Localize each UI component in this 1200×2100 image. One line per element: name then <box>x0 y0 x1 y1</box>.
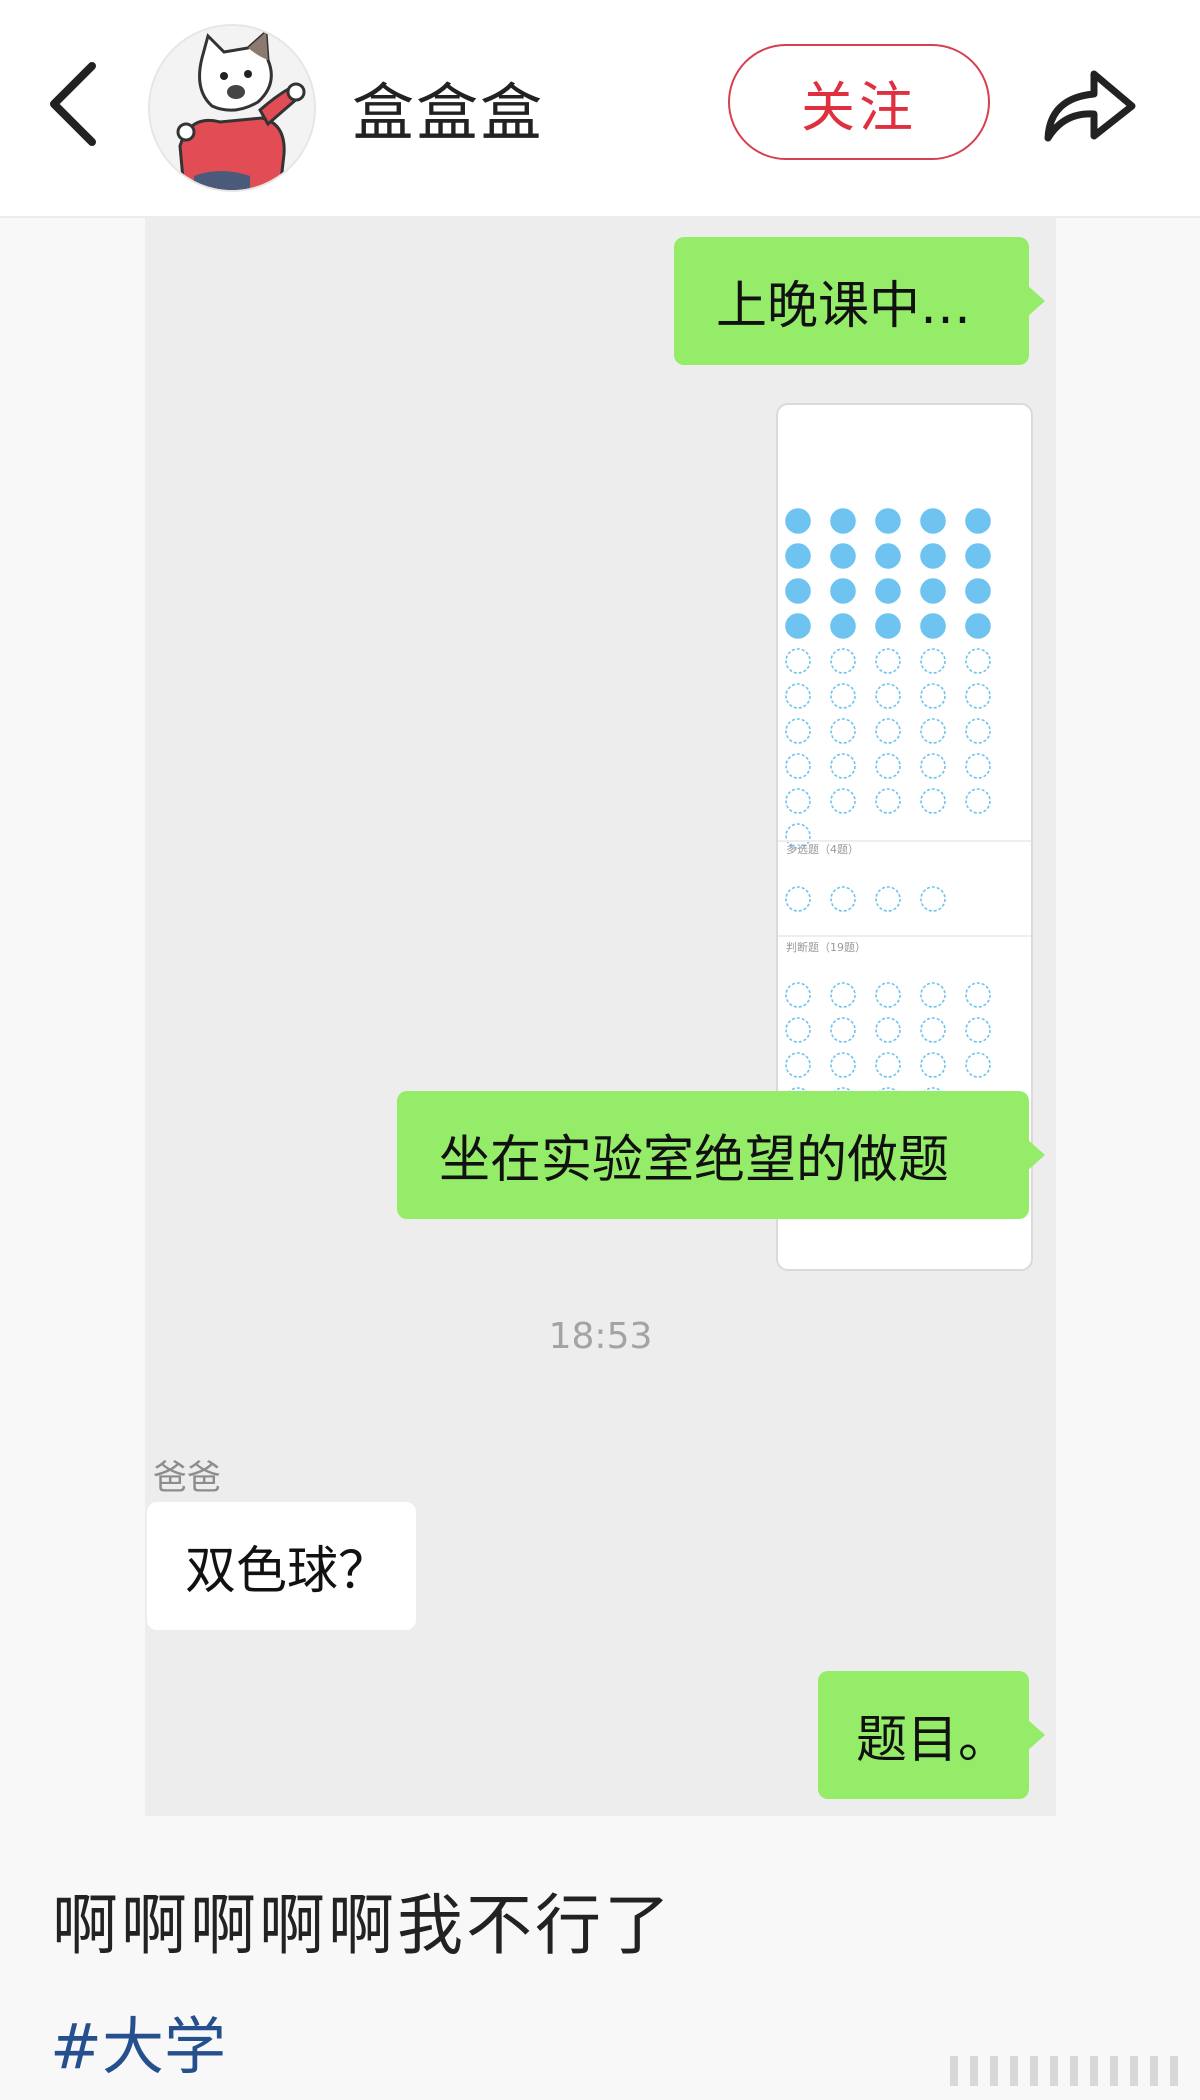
answer-circle <box>785 1052 811 1078</box>
answer-circle <box>830 613 856 639</box>
outgoing-message-bubble: 题目。 <box>818 1671 1045 1799</box>
message-text: 坐在实验室绝望的做题 <box>439 1131 950 1190</box>
answer-circle <box>965 683 991 709</box>
answer-circle <box>785 543 811 569</box>
chat-screenshot-image[interactable]: 上晚课中… 多选题（4题）判断题（19题）填空题（3题） 坐在实验室绝望的做题 … <box>145 218 1056 1816</box>
answer-circle <box>830 578 856 604</box>
answer-circle <box>830 886 856 912</box>
share-button[interactable] <box>1040 52 1140 152</box>
answer-circle <box>875 982 901 1008</box>
answer-circle <box>785 683 811 709</box>
author-name[interactable]: 盒盒盒 <box>352 62 544 152</box>
answer-circle <box>875 508 901 534</box>
follow-button[interactable]: 关注 <box>728 44 990 160</box>
chevron-left-icon <box>50 62 96 146</box>
answer-circle <box>830 1052 856 1078</box>
answer-circle <box>830 982 856 1008</box>
answer-circle <box>920 1017 946 1043</box>
back-button[interactable] <box>44 58 104 150</box>
hashtag-link[interactable]: #大学 <box>50 1996 226 2086</box>
answer-circle <box>875 718 901 744</box>
answer-circle <box>785 718 811 744</box>
answer-circle <box>920 508 946 534</box>
answer-circle <box>830 1017 856 1043</box>
answer-circle <box>830 788 856 814</box>
answer-circle <box>875 578 901 604</box>
answer-circle <box>830 753 856 779</box>
answer-circle <box>920 543 946 569</box>
answer-circle <box>785 886 811 912</box>
section-label: 多选题（4题） <box>786 842 859 856</box>
answer-circle <box>785 508 811 534</box>
answer-circle <box>830 718 856 744</box>
outgoing-message-bubble: 坐在实验室绝望的做题 <box>397 1091 1045 1219</box>
answer-circle <box>830 683 856 709</box>
section-divider <box>778 840 1031 842</box>
answer-circle <box>785 788 811 814</box>
answer-circle <box>785 648 811 674</box>
watermark-mark <box>950 2056 1178 2086</box>
post-text: 啊啊啊啊啊我不行了 <box>52 1887 673 1964</box>
answer-circle <box>920 578 946 604</box>
answer-circle <box>920 886 946 912</box>
sender-name: 爸爸 <box>153 1458 221 1498</box>
answer-circle <box>875 886 901 912</box>
answer-circle <box>830 543 856 569</box>
message-text: 双色球？ <box>185 1542 390 1601</box>
message-text: 上晚课中… <box>716 277 972 336</box>
answer-circle <box>875 1017 901 1043</box>
answer-circle <box>830 508 856 534</box>
section-divider <box>778 935 1031 937</box>
answer-circle <box>875 543 901 569</box>
answer-circle <box>965 1017 991 1043</box>
answer-circle <box>785 753 811 779</box>
answer-circle <box>785 982 811 1008</box>
answer-circle <box>920 718 946 744</box>
answer-circle <box>965 718 991 744</box>
answer-circle <box>875 753 901 779</box>
answer-circle <box>965 508 991 534</box>
answer-circle <box>875 788 901 814</box>
message-text: 题目。 <box>856 1711 1010 1770</box>
chat-timestamp: 18:53 <box>548 1316 653 1357</box>
answer-circle <box>965 613 991 639</box>
answer-circle <box>965 543 991 569</box>
answer-circle <box>920 648 946 674</box>
answer-circle <box>875 683 901 709</box>
answer-circle <box>875 613 901 639</box>
answer-circle <box>920 613 946 639</box>
answer-circle <box>965 1052 991 1078</box>
incoming-message-bubble: 双色球？ <box>147 1502 416 1630</box>
answer-circle <box>875 1052 901 1078</box>
answer-circle <box>920 683 946 709</box>
answer-circle <box>920 1052 946 1078</box>
answer-circle <box>965 788 991 814</box>
watermark <box>940 2050 1190 2090</box>
answer-circle <box>920 982 946 1008</box>
answer-circle <box>965 578 991 604</box>
share-arrow-icon <box>1044 70 1136 142</box>
answer-circle <box>965 982 991 1008</box>
section-label: 判断题（19题） <box>786 940 866 954</box>
answer-circle <box>785 613 811 639</box>
answer-circle <box>785 1017 811 1043</box>
answer-circle <box>920 753 946 779</box>
answer-circle <box>830 648 856 674</box>
cartoon-cat-avatar-icon <box>150 26 314 190</box>
answer-circle <box>965 648 991 674</box>
outgoing-message-bubble: 上晚课中… <box>674 237 1045 365</box>
answer-circle <box>785 578 811 604</box>
answer-circle <box>875 648 901 674</box>
answer-circle <box>965 753 991 779</box>
top-navigation-bar: 盒盒盒 关注 <box>0 0 1200 218</box>
author-avatar[interactable] <box>148 24 316 192</box>
answer-circle <box>920 788 946 814</box>
